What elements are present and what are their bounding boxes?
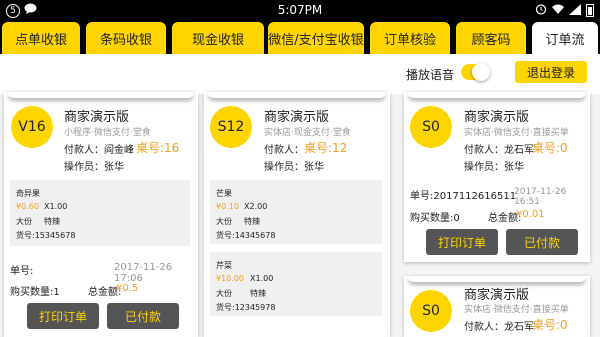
- table-number: 桌号:0: [532, 141, 568, 155]
- operator: 操作员：张华: [264, 162, 324, 173]
- item-quantity: X2.00: [244, 202, 268, 211]
- item-spec-size: 大份: [216, 289, 232, 298]
- card-top-edge: [208, 92, 386, 98]
- total-amount: ¥0.5: [116, 283, 139, 294]
- tab-order-checkout[interactable]: 点单收银: [2, 22, 80, 54]
- card-top-edge: [408, 92, 586, 98]
- voice-label: 播放语音: [406, 68, 455, 82]
- status-right: [535, 3, 594, 18]
- order-number-label: 单号:: [10, 266, 34, 277]
- item-name: 芒果: [216, 189, 232, 198]
- toolbar: 播放语音 退出登录: [0, 54, 600, 94]
- item-sku: 货号:14345678: [216, 231, 276, 240]
- item-price: ¥0.10: [216, 202, 239, 211]
- tab-cash-checkout[interactable]: 现金收银: [172, 22, 264, 54]
- table-number: 桌号:12: [304, 141, 348, 155]
- order-number: 单号:2017112616511: [410, 191, 517, 202]
- tab-bar: 点单收银 条码收银 现金收银 微信/支付宝收银 订单核验 顾客码 订单流: [0, 20, 600, 54]
- tab-customer-code[interactable]: 顾客码: [456, 22, 526, 54]
- table-number: 桌号:0: [532, 318, 568, 332]
- clock: 5:07PM: [277, 3, 323, 17]
- item-sku: 货号:15345678: [16, 231, 76, 240]
- toggle-knob: [472, 63, 490, 81]
- item-sku: 货号:12345978: [216, 303, 276, 312]
- item-quantity: X1.00: [44, 202, 68, 211]
- table-number: 桌号:16: [136, 141, 180, 155]
- order-card-s0-second[interactable]: S0 商家演示版 实体店·微信支付·直接买单 付款人：龙石军 桌号:0: [404, 276, 590, 337]
- order-card-s12[interactable]: S12 商家演示版 实体店·现金支付·堂食 付款人： 桌号:12 操作员：张华 …: [204, 92, 390, 337]
- item-quantity: X1.00: [250, 274, 274, 283]
- order-card-v16[interactable]: V16 商家演示版 小程序·微信支付·堂食 付款人：阎金峰 桌号:16 操作员：…: [4, 92, 198, 337]
- item-price: ¥0.60: [16, 202, 39, 211]
- item-name: 芹菜: [216, 261, 232, 270]
- order-channel: 实体店·微信支付·直接买单: [464, 128, 569, 138]
- purchase-quantity: 购买数量:1: [10, 287, 60, 298]
- payer: 付款人：阎金峰: [64, 145, 134, 156]
- tab-order-verify[interactable]: 订单核验: [370, 22, 450, 54]
- voice-toggle[interactable]: [461, 63, 490, 81]
- order-code-badge: S0: [410, 290, 452, 332]
- card-top-edge: [408, 276, 586, 282]
- tab-order-flow[interactable]: 订单流: [532, 22, 598, 54]
- signal-icon: [569, 3, 581, 18]
- item-spec-spice: 特辣: [244, 217, 260, 226]
- payer: 付款人：龙石军: [464, 145, 534, 156]
- tab-wechat-alipay-checkout[interactable]: 微信/支付宝收银: [268, 22, 364, 54]
- item-name: 奇异果: [16, 189, 40, 198]
- status-bar: 5 5:07PM: [0, 0, 600, 20]
- payer: 付款人：龙石军: [464, 322, 534, 333]
- order-item: 芒果 ¥0.10 X2.00 大份 特辣 货号:14345678: [210, 180, 382, 244]
- order-card-s0[interactable]: S0 商家演示版 实体店·微信支付·直接买单 付款人：龙石军 桌号:0 操作员：…: [404, 92, 590, 262]
- logout-button[interactable]: 退出登录: [515, 61, 587, 83]
- order-code-badge: S0: [410, 106, 452, 148]
- order-time: 2017-11-26 16:51: [514, 187, 567, 207]
- order-item: 芹菜 ¥10.00 X1.00 大份 特辣 货号:12345978: [210, 252, 382, 316]
- item-spec-spice: 特辣: [250, 289, 266, 298]
- merchant-name: 商家演示版: [464, 110, 530, 125]
- operator: 操作员：张华: [464, 162, 524, 173]
- paid-button[interactable]: 已付款: [107, 303, 179, 329]
- order-code-badge: S12: [210, 106, 252, 148]
- print-order-button[interactable]: 打印订单: [27, 303, 99, 329]
- order-channel: 小程序·微信支付·堂食: [64, 128, 151, 138]
- battery-icon: [586, 4, 594, 17]
- item-spec-size: 大份: [16, 217, 32, 226]
- purchase-quantity: 购买数量:0: [410, 213, 460, 224]
- total-amount: ¥0.01: [516, 209, 545, 220]
- wifi-icon: [552, 4, 564, 17]
- tab-barcode-checkout[interactable]: 条码收银: [86, 22, 166, 54]
- item-spec-spice: 特辣: [44, 217, 60, 226]
- payer: 付款人：: [264, 145, 304, 156]
- item-price: ¥10.00: [216, 274, 244, 283]
- merchant-name: 商家演示版: [464, 288, 530, 303]
- order-channel: 实体店·微信支付·直接买单: [464, 305, 569, 315]
- card-top-edge: [8, 92, 194, 98]
- order-time: 2017-11-26 17:06: [114, 262, 173, 284]
- merchant-name: 商家演示版: [64, 110, 130, 125]
- order-code-badge: V16: [11, 106, 53, 148]
- operator: 操作员：张华: [64, 162, 124, 173]
- merchant-name: 商家演示版: [264, 110, 330, 125]
- paid-button[interactable]: 已付款: [506, 229, 578, 255]
- alarm-icon: [535, 3, 547, 18]
- item-spec-size: 大份: [216, 217, 232, 226]
- order-item: 奇异果 ¥0.60 X1.00 大份 特辣 货号:15345678: [10, 180, 190, 246]
- print-order-button[interactable]: 打印订单: [426, 229, 498, 255]
- order-channel: 实体店·现金支付·堂食: [264, 128, 351, 138]
